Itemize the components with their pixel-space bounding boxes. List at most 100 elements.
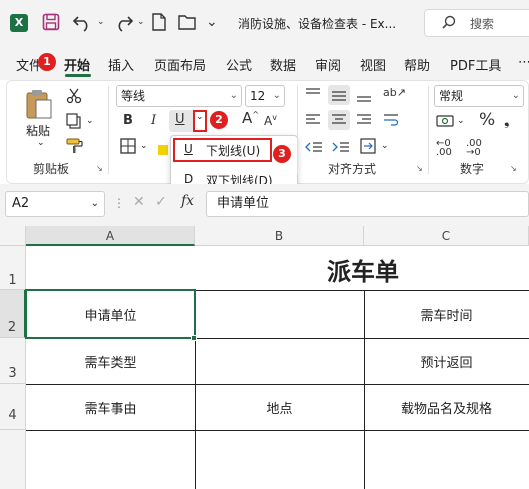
redo-icon[interactable] <box>112 12 134 36</box>
increase-indent-icon[interactable] <box>332 140 350 157</box>
fill-color-icon[interactable] <box>158 145 168 155</box>
cell-c4[interactable]: 载物品名及规格 <box>364 398 529 417</box>
comma-style-icon[interactable]: ❟ <box>504 113 510 129</box>
enter-icon[interactable]: ✓ <box>155 194 167 210</box>
column-header-c[interactable]: C <box>364 226 529 246</box>
cell-b4[interactable]: 地点 <box>195 398 364 417</box>
fill-handle[interactable] <box>191 335 197 341</box>
italic-button[interactable]: I <box>151 113 156 128</box>
clipboard-launcher-icon[interactable]: ↘ <box>96 164 103 173</box>
chevron-down-icon: ⌄ <box>90 198 99 209</box>
new-file-icon[interactable] <box>152 13 166 34</box>
row-header-5[interactable] <box>0 430 26 489</box>
number-format-select[interactable]: 常规 ⌄ <box>434 85 524 107</box>
search-icon <box>441 15 457 34</box>
tab-home[interactable]: 开始 <box>64 55 90 74</box>
clipboard-group-label: 剪贴板 <box>33 162 70 176</box>
cut-icon[interactable] <box>66 88 82 107</box>
increase-font-icon[interactable]: A^ <box>242 109 259 127</box>
copy-icon[interactable] <box>66 113 82 132</box>
merge-center-icon[interactable] <box>360 138 380 157</box>
document-title: 消防设施、设备检查表 - Ex... <box>238 17 397 31</box>
cell-a2[interactable]: 申请单位 <box>26 305 195 324</box>
select-all-corner[interactable] <box>0 226 26 246</box>
merge-dropdown-icon[interactable]: ⌄ <box>381 141 389 151</box>
bold-button[interactable]: B <box>123 113 133 128</box>
tab-help[interactable]: 帮助 <box>404 55 430 74</box>
increase-decimal-icon[interactable]: ←0.00 <box>436 139 452 158</box>
tab-review[interactable]: 审阅 <box>315 55 341 74</box>
paste-icon[interactable] <box>24 88 54 123</box>
number-launcher-icon[interactable]: ↘ <box>510 164 517 173</box>
underline-item-icon: U <box>184 142 193 156</box>
column-header-b[interactable]: B <box>195 226 364 246</box>
copy-dropdown-icon[interactable]: ⌄ <box>86 116 94 126</box>
excel-logo-icon: X <box>10 14 28 32</box>
decrease-decimal-icon[interactable]: .00 →0 <box>466 139 482 158</box>
increase-font-label: A <box>242 109 253 127</box>
row-header-4[interactable]: 4 <box>0 384 26 430</box>
align-middle-icon[interactable] <box>328 85 350 105</box>
row-header-3[interactable]: 3 <box>0 338 26 384</box>
formula-input[interactable]: 申请单位 <box>206 191 529 217</box>
table-border <box>26 384 529 385</box>
border-icon[interactable] <box>120 138 136 157</box>
cancel-icon[interactable]: ✕ <box>133 194 145 210</box>
name-box[interactable]: A2 ⌄ <box>5 191 105 217</box>
group-separator <box>108 86 109 174</box>
font-size-select[interactable]: 12 ⌄ <box>245 85 285 107</box>
tab-formulas[interactable]: 公式 <box>226 55 252 74</box>
customize-toolbar-icon[interactable]: ⌄ <box>206 14 218 30</box>
currency-icon[interactable] <box>436 113 454 132</box>
step-marker-2: 2 <box>210 111 228 129</box>
tab-overflow[interactable]: ⋯ <box>518 55 529 70</box>
tab-insert[interactable]: 插入 <box>108 55 134 74</box>
row-header-1[interactable]: 1 <box>0 246 26 290</box>
name-box-value: A2 <box>12 196 30 211</box>
group-separator <box>428 86 429 174</box>
tab-data[interactable]: 数据 <box>270 55 296 74</box>
sheet-title[interactable]: 派车单 <box>300 252 426 287</box>
active-tab-indicator <box>65 74 91 77</box>
align-center-icon[interactable] <box>328 110 350 130</box>
paste-button[interactable]: 粘贴 <box>26 122 50 139</box>
row-header-2[interactable]: 2 <box>0 290 26 338</box>
percent-button[interactable]: % <box>479 110 495 130</box>
formula-content: 申请单位 <box>217 196 270 211</box>
insert-function-button[interactable]: fx <box>181 193 194 209</box>
align-top-icon[interactable] <box>305 87 321 104</box>
decrease-font-icon[interactable]: Av <box>264 113 277 128</box>
cell-a4[interactable]: 需车事由 <box>26 398 195 417</box>
group-separator <box>297 86 298 174</box>
align-bottom-icon[interactable] <box>356 87 372 106</box>
tab-view[interactable]: 视图 <box>360 55 386 74</box>
format-painter-icon[interactable] <box>66 138 84 157</box>
cell-c2[interactable]: 需车时间 <box>364 305 529 324</box>
cell-a3[interactable]: 需车类型 <box>26 352 195 371</box>
decrease-indent-icon[interactable] <box>305 140 323 157</box>
chevron-down-icon: ⌄ <box>196 112 204 122</box>
alignment-launcher-icon[interactable]: ↘ <box>416 164 423 173</box>
save-icon[interactable] <box>42 13 60 35</box>
align-right-icon[interactable] <box>356 113 372 130</box>
tab-pdf-tools[interactable]: PDF工具 <box>450 55 501 74</box>
underline-item-label: 下划线(U) <box>206 144 261 158</box>
number-format-value: 常规 <box>439 89 464 103</box>
undo-dropdown-icon[interactable]: ⌄ <box>97 17 105 27</box>
undo-icon[interactable] <box>72 12 94 36</box>
paste-dropdown-icon[interactable]: ⌄ <box>37 138 45 148</box>
align-left-icon[interactable] <box>305 113 321 130</box>
more-options-icon[interactable]: ⋮ <box>113 196 125 210</box>
border-dropdown-icon[interactable]: ⌄ <box>140 141 148 151</box>
tab-page-layout[interactable]: 页面布局 <box>154 55 206 74</box>
alignment-group-label: 对齐方式 <box>328 162 377 176</box>
chevron-down-icon: ⌄ <box>229 90 238 101</box>
wrap-text-icon[interactable] <box>383 113 399 130</box>
font-name-select[interactable]: 等线 ⌄ <box>116 85 242 107</box>
redo-dropdown-icon[interactable]: ⌄ <box>137 17 145 27</box>
currency-dropdown-icon[interactable]: ⌄ <box>457 116 465 126</box>
open-folder-icon[interactable] <box>178 14 196 33</box>
orientation-icon[interactable]: ab↗ <box>383 86 406 99</box>
column-header-a[interactable]: A <box>26 226 195 246</box>
cell-c3[interactable]: 预计返回 <box>364 352 529 371</box>
